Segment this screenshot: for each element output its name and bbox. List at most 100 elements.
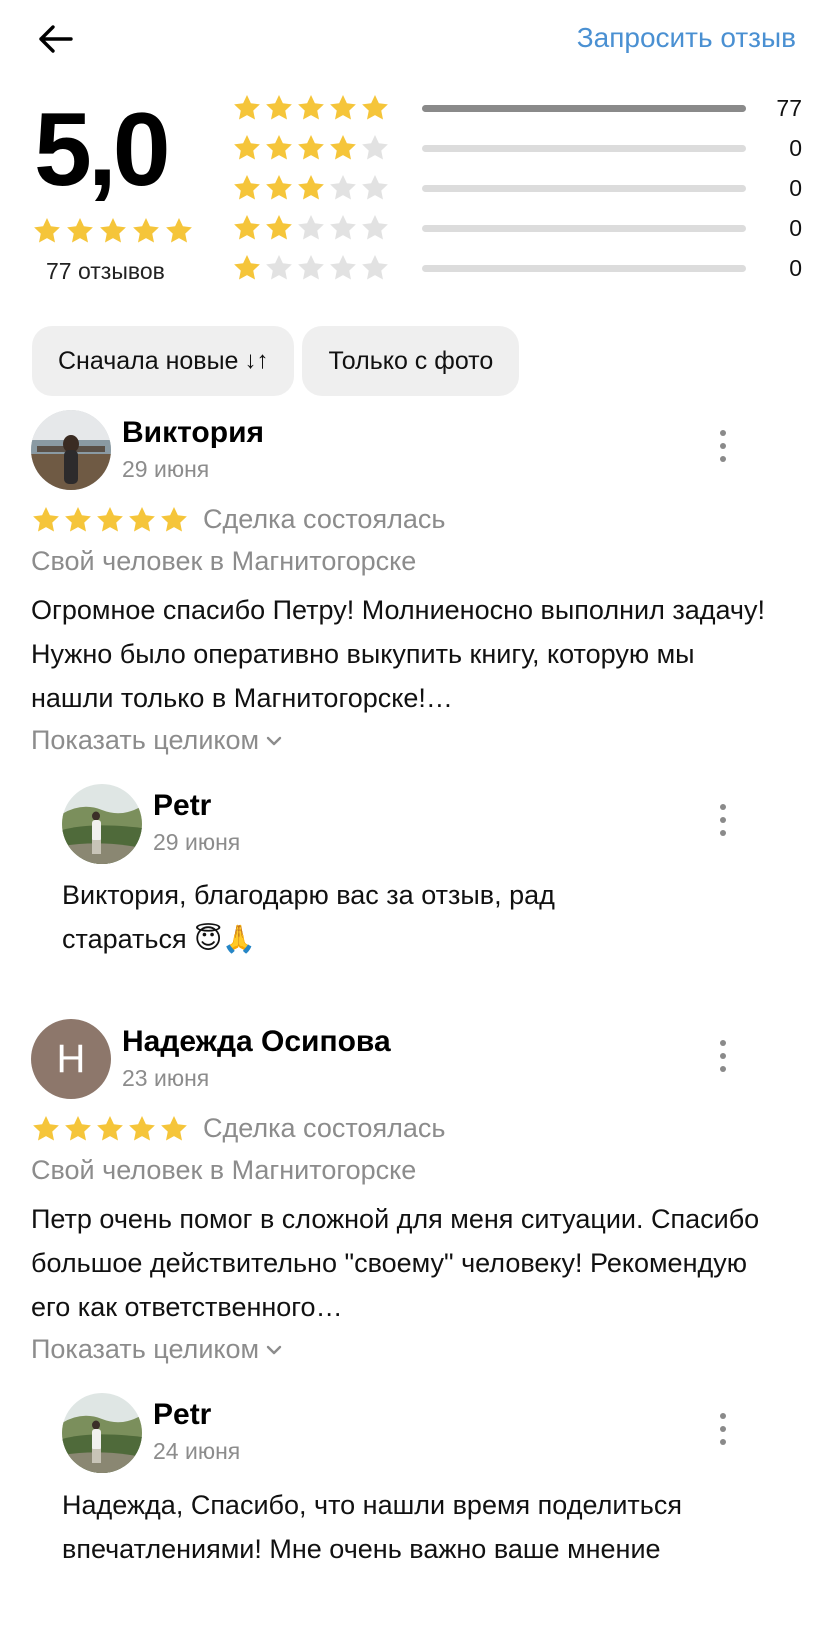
deal-status: Сделка состоялась bbox=[203, 504, 446, 534]
star-filled-icon bbox=[31, 505, 61, 535]
chevron-down-icon bbox=[266, 1345, 282, 1354]
star-empty-icon bbox=[296, 253, 326, 283]
histogram-count: 0 bbox=[789, 214, 802, 241]
histogram-stars bbox=[232, 253, 402, 283]
star-filled-icon bbox=[159, 505, 189, 535]
dot-icon bbox=[720, 830, 726, 836]
star-filled-icon bbox=[232, 253, 262, 283]
star-filled-icon bbox=[63, 505, 93, 535]
avatar-photo bbox=[31, 410, 111, 490]
service-name[interactable]: Свой человек в Магнитогорске bbox=[31, 546, 416, 577]
reply-more-options-button[interactable] bbox=[708, 1409, 738, 1449]
reply-avatar[interactable] bbox=[62, 784, 142, 864]
service-name[interactable]: Свой человек в Магнитогорске bbox=[31, 1155, 416, 1186]
dot-icon bbox=[720, 443, 726, 449]
histogram-count: 0 bbox=[789, 134, 802, 161]
review-rating: Сделка состоялась bbox=[31, 504, 445, 535]
avatar[interactable]: Н bbox=[31, 1019, 111, 1099]
star-filled-icon bbox=[32, 216, 62, 246]
histogram-row-5[interactable]: 77 bbox=[232, 88, 802, 128]
histogram-bar bbox=[422, 184, 746, 192]
star-filled-icon bbox=[95, 505, 125, 535]
review-rating: Сделка состоялась bbox=[31, 1113, 445, 1144]
rating-stars bbox=[31, 1114, 189, 1144]
deal-status: Сделка состоялась bbox=[203, 1113, 446, 1143]
star-filled-icon bbox=[127, 505, 157, 535]
reply-author-name[interactable]: Petr bbox=[153, 789, 211, 823]
star-empty-icon bbox=[360, 173, 390, 203]
sort-newest-chip[interactable]: Сначала новые ↓↑ bbox=[32, 326, 295, 396]
sort-label: Сначала новые bbox=[58, 346, 239, 375]
reply-author-name[interactable]: Petr bbox=[153, 1398, 211, 1432]
histogram-bar bbox=[422, 144, 746, 152]
photo-only-label: Только с фото bbox=[328, 346, 494, 375]
star-empty-icon bbox=[328, 213, 358, 243]
arrow-left-icon bbox=[39, 25, 73, 53]
histogram-row-1[interactable]: 0 bbox=[232, 248, 802, 288]
star-filled-icon bbox=[264, 213, 294, 243]
star-filled-icon bbox=[232, 173, 262, 203]
avatar-photo bbox=[62, 784, 142, 864]
star-filled-icon bbox=[264, 173, 294, 203]
star-filled-icon bbox=[63, 1114, 93, 1144]
show-full-label: Показать целиком bbox=[31, 1334, 260, 1364]
star-filled-icon bbox=[164, 216, 194, 246]
review-filters: Сначала новые ↓↑ Только с фото bbox=[32, 326, 520, 396]
histogram-count: 0 bbox=[789, 174, 802, 201]
histogram-row-3[interactable]: 0 bbox=[232, 168, 802, 208]
review-date: 23 июня bbox=[122, 1065, 210, 1091]
more-options-button[interactable] bbox=[708, 426, 738, 466]
star-filled-icon bbox=[98, 216, 128, 246]
reviews-count: 77 отзывов bbox=[46, 258, 165, 284]
avatar[interactable] bbox=[31, 410, 111, 490]
top-bar: Запросить отзыв bbox=[0, 0, 828, 80]
rating-summary: 5,0 77 отзывов 77 0 0 0 0 bbox=[0, 84, 828, 294]
star-empty-icon bbox=[328, 173, 358, 203]
star-filled-icon bbox=[296, 133, 326, 163]
reply-avatar[interactable] bbox=[62, 1393, 142, 1473]
author-name[interactable]: Надежда Осипова bbox=[122, 1025, 391, 1059]
histogram-stars bbox=[232, 173, 402, 203]
more-options-button[interactable] bbox=[708, 1036, 738, 1076]
star-filled-icon bbox=[232, 213, 262, 243]
dot-icon bbox=[720, 817, 726, 823]
histogram-bar bbox=[422, 264, 746, 272]
dot-icon bbox=[720, 804, 726, 810]
star-filled-icon bbox=[127, 1114, 157, 1144]
histogram-row-4[interactable]: 0 bbox=[232, 128, 802, 168]
dot-icon bbox=[720, 1066, 726, 1072]
histogram-bar bbox=[422, 104, 746, 112]
star-filled-icon bbox=[264, 133, 294, 163]
star-filled-icon bbox=[296, 93, 326, 123]
average-rating-stars bbox=[32, 216, 194, 246]
star-filled-icon bbox=[264, 93, 294, 123]
chevron-down-icon bbox=[266, 736, 282, 745]
star-empty-icon bbox=[264, 253, 294, 283]
dot-icon bbox=[720, 1439, 726, 1445]
review-date: 29 июня bbox=[122, 456, 210, 482]
reply-more-options-button[interactable] bbox=[708, 800, 738, 840]
request-review-link[interactable]: Запросить отзыв bbox=[577, 22, 796, 54]
star-filled-icon bbox=[95, 1114, 125, 1144]
author-name[interactable]: Виктория bbox=[122, 416, 264, 450]
reply-text: Виктория, благодарю вас за отзыв, рад ст… bbox=[62, 880, 555, 954]
histogram-stars bbox=[232, 133, 402, 163]
avatar-photo bbox=[62, 1393, 142, 1473]
show-full-button[interactable]: Показать целиком bbox=[31, 725, 283, 756]
star-filled-icon bbox=[296, 173, 326, 203]
review-text: Петр очень помог в сложной для меня ситу… bbox=[31, 1204, 760, 1322]
back-button[interactable] bbox=[34, 18, 76, 60]
star-empty-icon bbox=[360, 213, 390, 243]
photo-only-chip[interactable]: Только с фото bbox=[302, 326, 520, 396]
histogram-bar-fill bbox=[422, 104, 746, 112]
histogram-row-2[interactable]: 0 bbox=[232, 208, 802, 248]
dot-icon bbox=[720, 1053, 726, 1059]
review-text: Огромное спасибо Петру! Молниеносно выпо… bbox=[31, 595, 765, 713]
dot-icon bbox=[720, 456, 726, 462]
show-full-button[interactable]: Показать целиком bbox=[31, 1334, 283, 1365]
dot-icon bbox=[720, 430, 726, 436]
star-filled-icon bbox=[360, 93, 390, 123]
star-filled-icon bbox=[232, 93, 262, 123]
histogram-stars bbox=[232, 213, 402, 243]
dot-icon bbox=[720, 1413, 726, 1419]
